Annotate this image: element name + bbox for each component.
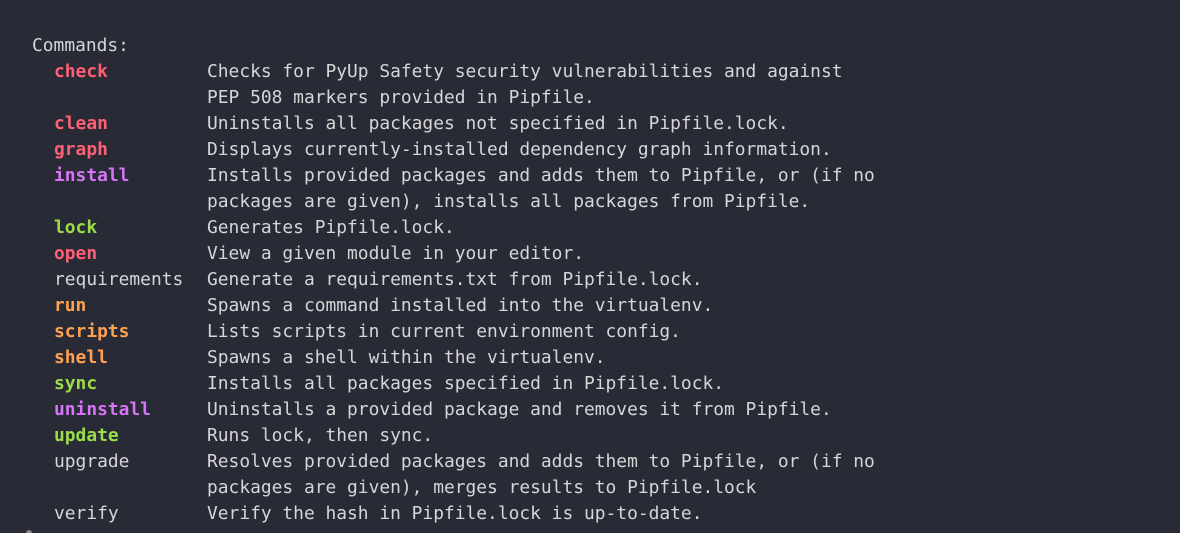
command-list: check Checks for PyUp Safety security vul…: [0, 59, 1180, 527]
description-line: Installs provided packages and adds them…: [207, 165, 875, 186]
command-description: Lists scripts in current environment con…: [207, 319, 907, 345]
command-name: open: [54, 243, 98, 264]
command-row-shell: shell Spawns a shell within the virtualen…: [0, 345, 1180, 371]
command-description: Displays currently-installed dependency …: [207, 137, 907, 163]
command-name: scripts: [54, 321, 130, 342]
command-description: Generate a requirements.txt from Pipfile…: [207, 267, 907, 293]
command-row-scripts: scripts Lists scripts in current environm…: [0, 319, 1180, 345]
command-name: install: [54, 165, 130, 186]
description-line: Lists scripts in current environment con…: [207, 321, 681, 342]
command-description: Uninstalls a provided package and remove…: [207, 397, 907, 423]
command-description: Installs all packages specified in Pipfi…: [207, 371, 907, 397]
description-line: Generate a requirements.txt from Pipfile…: [207, 269, 703, 290]
command-row-requirements: requirements Generate a requirements.txt …: [0, 267, 1180, 293]
command-row-clean: clean Uninstalls all packages not specifi…: [0, 111, 1180, 137]
command-description: Spawns a command installed into the virt…: [207, 293, 907, 319]
command-description: Generates Pipfile.lock.: [207, 215, 907, 241]
description-line: packages are given), merges results to P…: [207, 477, 757, 498]
command-description: Runs lock, then sync.: [207, 423, 907, 449]
command-description: Verify the hash in Pipfile.lock is up-to…: [207, 501, 907, 527]
command-name: shell: [54, 347, 108, 368]
command-row-verify: verify Verify the hash in Pipfile.lock is…: [0, 501, 1180, 527]
command-row-uninstall: uninstall Uninstalls a provided package a…: [0, 397, 1180, 423]
command-row-sync: sync Installs all packages specified in P…: [0, 371, 1180, 397]
command-row-check: check Checks for PyUp Safety security vul…: [0, 59, 1180, 111]
description-line: Spawns a shell within the virtualenv.: [207, 347, 606, 368]
command-name: update: [54, 425, 119, 446]
command-row-update: update Runs lock, then sync.: [0, 423, 1180, 449]
command-description: Uninstalls all packages not specified in…: [207, 111, 907, 137]
command-name: sync: [54, 373, 98, 394]
command-name: lock: [54, 217, 98, 238]
description-line: Uninstalls a provided package and remove…: [207, 399, 832, 420]
command-description: Spawns a shell within the virtualenv.: [207, 345, 907, 371]
description-line: Generates Pipfile.lock.: [207, 217, 455, 238]
command-description: Resolves provided packages and adds them…: [207, 449, 907, 501]
description-line: Resolves provided packages and adds them…: [207, 451, 875, 472]
commands-heading: Commands:: [32, 35, 129, 56]
command-row-run: run Spawns a command installed into the v…: [0, 293, 1180, 319]
description-line: Spawns a command installed into the virt…: [207, 295, 714, 316]
command-row-upgrade: upgrade Resolves provided packages and ad…: [0, 449, 1180, 501]
description-line: PEP 508 markers provided in Pipfile.: [207, 87, 595, 108]
command-name: requirements: [54, 269, 184, 290]
command-description: Checks for PyUp Safety security vulnerab…: [207, 59, 907, 111]
description-line: Checks for PyUp Safety security vulnerab…: [207, 61, 843, 82]
command-description: View a given module in your editor.: [207, 241, 907, 267]
description-line: Displays currently-installed dependency …: [207, 139, 832, 160]
command-description: Installs provided packages and adds them…: [207, 163, 907, 215]
terminal-output: Commands: check Checks for PyUp Safety se…: [0, 0, 1180, 533]
description-line: Installs all packages specified in Pipfi…: [207, 373, 725, 394]
description-line: Uninstalls all packages not specified in…: [207, 113, 789, 134]
command-name: check: [54, 61, 108, 82]
command-name: upgrade: [54, 451, 130, 472]
command-row-open: open View a given module in your editor.: [0, 241, 1180, 267]
description-line: Runs lock, then sync.: [207, 425, 434, 446]
command-name: uninstall: [54, 399, 151, 420]
description-line: View a given module in your editor.: [207, 243, 584, 264]
command-name: run: [54, 295, 87, 316]
command-name: clean: [54, 113, 108, 134]
command-row-install: install Installs provided packages and ad…: [0, 163, 1180, 215]
command-row-lock: lock Generates Pipfile.lock.: [0, 215, 1180, 241]
command-row-graph: graph Displays currently-installed depend…: [0, 137, 1180, 163]
command-name: graph: [54, 139, 108, 160]
command-name: verify: [54, 503, 119, 524]
description-line: Verify the hash in Pipfile.lock is up-to…: [207, 503, 703, 524]
description-line: packages are given), installs all packag…: [207, 191, 811, 212]
